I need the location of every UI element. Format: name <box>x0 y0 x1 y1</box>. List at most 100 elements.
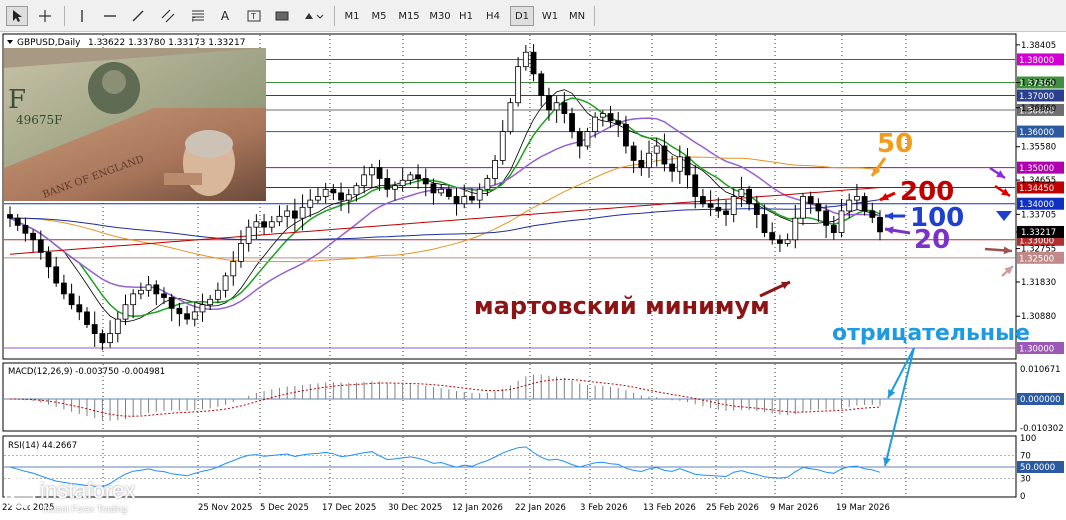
candle-body-51 <box>399 179 406 187</box>
candle-body-7 <box>60 282 67 295</box>
candle-body-0 <box>7 214 13 219</box>
svg-text:49675F: 49675F <box>16 113 63 127</box>
candle-body-92 <box>715 206 722 212</box>
candle-body-56 <box>438 188 445 194</box>
price-tick-label-7: 1.32755 <box>1021 245 1056 255</box>
rectangle-icon[interactable] <box>272 6 292 26</box>
time-label-3: 5 Dec 2025 <box>260 503 309 513</box>
text-icon[interactable]: A <box>216 6 234 26</box>
text-label-icon[interactable]: T <box>244 6 264 26</box>
candle-body-66 <box>515 66 522 104</box>
cursor-icon[interactable] <box>6 6 28 26</box>
candle-body-52 <box>407 174 414 181</box>
candle-body-37 <box>291 210 298 219</box>
candle-body-15 <box>122 304 129 320</box>
candle-body-11 <box>91 324 98 334</box>
candle-body-36 <box>284 210 291 217</box>
trendline-icon[interactable] <box>128 6 148 26</box>
price-tick-label-2: 1.36660 <box>1021 104 1056 114</box>
candle-body-21 <box>168 297 175 309</box>
channel-icon[interactable] <box>158 6 178 26</box>
rsi-tick-label-2: 50.0000 <box>1020 463 1055 473</box>
candle-body-62 <box>484 178 491 190</box>
ma20-annotation: 20 <box>914 225 950 255</box>
candle-body-5 <box>45 252 52 268</box>
svg-text:T: T <box>250 12 256 21</box>
level-label-0: 1.38000 <box>1019 56 1054 66</box>
candle-body-43 <box>338 192 344 201</box>
candle-body-101 <box>784 239 791 244</box>
symbol-label: GBPUSD,Daily <box>17 38 81 48</box>
candle-body-79 <box>615 120 622 125</box>
logo-tagline: Instant Forex Trading <box>42 504 128 514</box>
level-label-5: 1.35000 <box>1019 164 1054 174</box>
candle-body-103 <box>800 196 806 219</box>
candle-body-34 <box>268 221 275 228</box>
timeframe-m5[interactable]: M5 <box>367 6 391 26</box>
time-label-10: 25 Feb 2026 <box>706 503 759 513</box>
fibonacci-icon[interactable]: F <box>188 6 208 26</box>
candle-body-96 <box>746 188 753 205</box>
rsi-tick-label-1: 70 <box>1020 451 1031 461</box>
time-label-11: 9 Mar 2026 <box>770 503 818 513</box>
candle-body-10 <box>84 311 90 325</box>
candle-body-38 <box>299 206 306 219</box>
candle-body-93 <box>723 210 729 215</box>
candle-body-45 <box>353 185 360 196</box>
candle-body-65 <box>507 102 514 132</box>
price-tick-label-1: 1.37360 <box>1021 79 1056 89</box>
vertical-line-icon[interactable] <box>72 6 92 26</box>
candle-body-32 <box>253 221 260 228</box>
timeframe-d1[interactable]: D1 <box>510 6 534 26</box>
candle-body-109 <box>846 199 853 212</box>
ohlc-label: 1.33622 1.33780 1.33173 1.33217 <box>88 38 245 48</box>
crosshair-icon[interactable] <box>34 6 56 26</box>
timeframe-h4[interactable]: H4 <box>482 6 504 26</box>
banknotes-image: 49675F ONE DOLLAR F BANK OF ENGLAND <box>4 48 266 201</box>
candle-body-46 <box>361 174 368 187</box>
candle-body-39 <box>307 199 314 208</box>
candle-body-69 <box>538 73 545 96</box>
candle-body-40 <box>315 196 321 201</box>
candle-body-12 <box>99 333 106 343</box>
candle-body-42 <box>330 188 337 194</box>
timeframe-m1[interactable]: M1 <box>340 6 364 26</box>
candle-body-80 <box>623 123 629 147</box>
rsi-label: RSI(14) 44.2667 <box>8 441 77 451</box>
candle-body-68 <box>530 51 537 75</box>
candle-body-55 <box>430 183 437 194</box>
shapes-icon[interactable] <box>300 6 328 26</box>
horizontal-line-icon[interactable] <box>100 6 120 26</box>
candle-body-67 <box>522 51 529 68</box>
candle-body-44 <box>345 194 352 201</box>
candle-body-81 <box>630 145 637 161</box>
candle-body-77 <box>599 113 606 118</box>
candle-body-95 <box>738 188 745 197</box>
candle-body-23 <box>184 313 190 320</box>
timeframe-m15[interactable]: M15 <box>394 6 424 26</box>
timeframe-w1[interactable]: W1 <box>538 6 562 26</box>
candle-body-86 <box>669 163 676 172</box>
candle-body-3 <box>30 232 36 241</box>
candle-body-72 <box>561 102 568 114</box>
logo-brand: instaforex <box>40 478 136 503</box>
candle-body-53 <box>415 174 421 179</box>
candle-body-17 <box>137 289 144 295</box>
candle-body-49 <box>384 178 391 190</box>
level-label-4: 1.36000 <box>1019 128 1054 138</box>
candle-body-35 <box>276 215 283 223</box>
candle-body-104 <box>807 196 814 205</box>
price-tick-label-5: 1.33705 <box>1021 210 1056 220</box>
time-label-8: 3 Feb 2026 <box>580 503 628 513</box>
timeframe-m30[interactable]: M30 <box>425 6 455 26</box>
timeframe-mn[interactable]: MN <box>565 6 589 26</box>
candle-body-50 <box>392 185 398 190</box>
rsi-tick-label-3: 30 <box>1020 475 1031 485</box>
rsi-tick-label-4: 0 <box>1020 492 1025 502</box>
candle-body-83 <box>646 152 652 169</box>
svg-text:F: F <box>192 17 196 23</box>
candle-body-27 <box>214 289 221 300</box>
candle-body-57 <box>445 188 452 197</box>
timeframe-h1[interactable]: H1 <box>455 6 477 26</box>
macd-tick-label-1: 0.000000 <box>1020 395 1061 405</box>
